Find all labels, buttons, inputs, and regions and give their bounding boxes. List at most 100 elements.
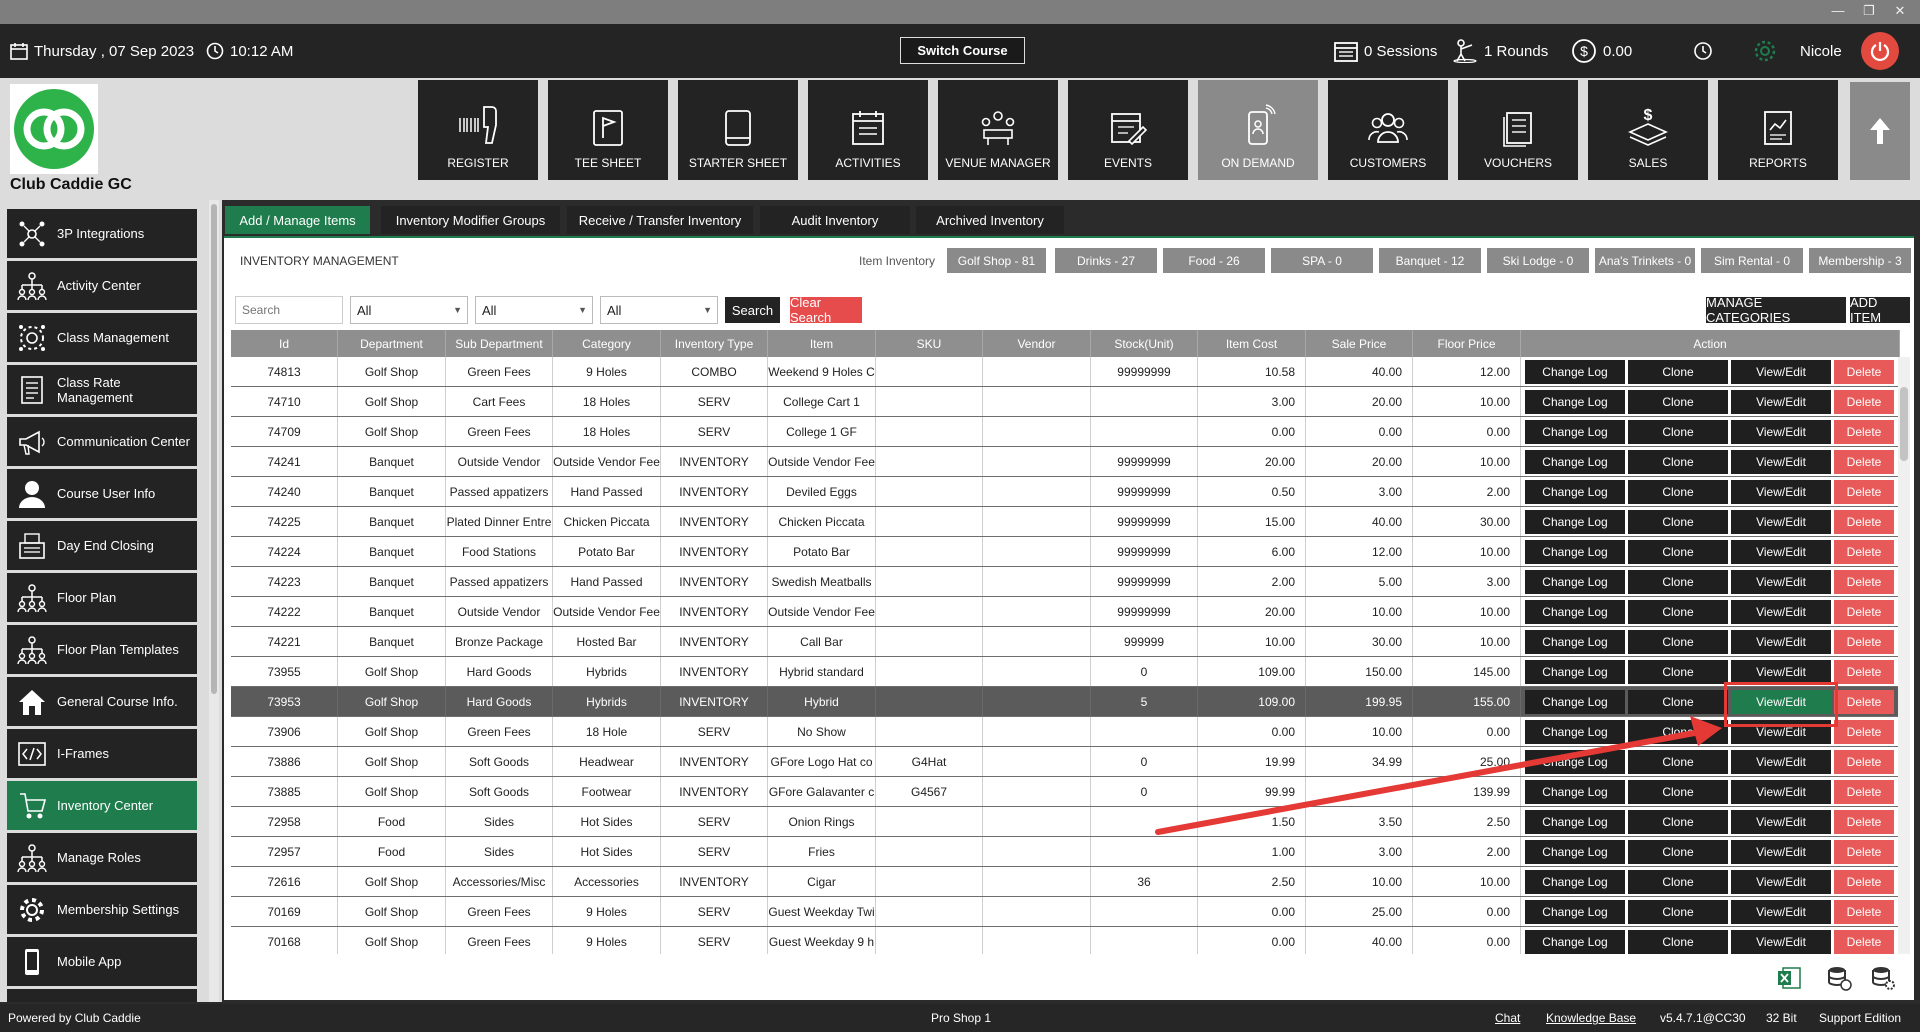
table-row[interactable]: 74813 Golf Shop Green Fees 9 Holes COMBO Week…: [231, 357, 1900, 387]
col-header-floor-price[interactable]: Floor Price: [1413, 330, 1521, 357]
switch-course-button[interactable]: Switch Course: [900, 37, 1025, 64]
clone-button[interactable]: Clone: [1628, 390, 1728, 414]
table-row[interactable]: 72957 Food Sides Hot Sides SERV Fries 1.00 3.00…: [231, 837, 1900, 867]
chip-sim-rental[interactable]: Sim Rental - 0: [1701, 248, 1803, 273]
view-edit-button[interactable]: View/Edit: [1731, 840, 1831, 864]
clear-search-button[interactable]: Clear Search: [790, 295, 862, 325]
col-header-vendor[interactable]: Vendor: [983, 330, 1091, 357]
col-header-category[interactable]: Category: [553, 330, 661, 357]
delete-button[interactable]: Delete: [1834, 390, 1894, 414]
sidebar-item-manage-roles[interactable]: Manage Roles: [7, 833, 197, 882]
table-row[interactable]: 72616 Golf Shop Accessories/Misc Accessorie…: [231, 867, 1900, 897]
nav-activities[interactable]: ACTIVITIES: [808, 80, 928, 180]
nav-venue-manager[interactable]: VENUE MANAGER: [938, 80, 1058, 180]
table-row[interactable]: 74225 Banquet Plated Dinner Entre Chicken P…: [231, 507, 1900, 537]
category-select[interactable]: All ▼: [600, 296, 718, 324]
table-row[interactable]: 73906 Golf Shop Green Fees 18 Hole SERV No Sh…: [231, 717, 1900, 747]
view-edit-button[interactable]: View/Edit: [1731, 870, 1831, 894]
sidebar-item-class-management[interactable]: Class Management: [7, 313, 197, 362]
search-button[interactable]: Search: [725, 297, 780, 323]
nav-vouchers[interactable]: VOUCHERS: [1458, 80, 1578, 180]
change-log-button[interactable]: Change Log: [1525, 420, 1625, 444]
database-settings-icon[interactable]: [1870, 965, 1896, 991]
chip-food[interactable]: Food - 26: [1163, 248, 1265, 273]
change-log-button[interactable]: Change Log: [1525, 450, 1625, 474]
manage-categories-button[interactable]: MANAGE CATEGORIES: [1706, 295, 1846, 325]
collapse-header-button[interactable]: [1850, 82, 1910, 180]
knowledge-base-link[interactable]: Knowledge Base: [1546, 1011, 1636, 1025]
change-log-button[interactable]: Change Log: [1525, 720, 1625, 744]
delete-button[interactable]: Delete: [1834, 900, 1894, 924]
sidebar-item-3p-integrations[interactable]: 3P Integrations: [7, 209, 197, 258]
clone-button[interactable]: Clone: [1628, 600, 1728, 624]
close-window-icon[interactable]: ✕: [1886, 3, 1914, 19]
sidebar-item-communication-center[interactable]: Communication Center: [7, 417, 197, 466]
delete-button[interactable]: Delete: [1834, 750, 1894, 774]
view-edit-button[interactable]: View/Edit: [1731, 810, 1831, 834]
change-log-button[interactable]: Change Log: [1525, 660, 1625, 684]
view-edit-button[interactable]: View/Edit: [1731, 450, 1831, 474]
change-log-button[interactable]: Change Log: [1525, 480, 1625, 504]
change-log-button[interactable]: Change Log: [1525, 540, 1625, 564]
nav-customers[interactable]: CUSTOMERS: [1328, 80, 1448, 180]
sidebar-item-day-end-closing[interactable]: Day End Closing: [7, 521, 197, 570]
nav-register[interactable]: REGISTER: [418, 80, 538, 180]
table-row[interactable]: 74221 Banquet Bronze Package Hosted Bar INVE…: [231, 627, 1900, 657]
chip-anas-trinkets[interactable]: Ana's Trinkets - 0: [1595, 248, 1695, 273]
delete-button[interactable]: Delete: [1834, 420, 1894, 444]
view-edit-button[interactable]: View/Edit: [1731, 930, 1831, 954]
clone-button[interactable]: Clone: [1628, 540, 1728, 564]
delete-button[interactable]: Delete: [1834, 780, 1894, 804]
view-edit-button[interactable]: View/Edit: [1731, 420, 1831, 444]
clone-button[interactable]: Clone: [1628, 870, 1728, 894]
change-log-button[interactable]: Change Log: [1525, 840, 1625, 864]
clone-button[interactable]: Clone: [1628, 780, 1728, 804]
table-row[interactable]: 73955 Golf Shop Hard Goods Hybrids INVENTORY…: [231, 657, 1900, 687]
table-row[interactable]: 70168 Golf Shop Green Fees 9 Holes SERV Guest…: [231, 927, 1900, 954]
clone-button[interactable]: Clone: [1628, 420, 1728, 444]
col-header-sku[interactable]: SKU: [876, 330, 983, 357]
view-edit-button[interactable]: View/Edit: [1731, 480, 1831, 504]
table-row[interactable]: 74224 Banquet Food Stations Potato Bar INVEN…: [231, 537, 1900, 567]
col-header-action[interactable]: Action: [1521, 330, 1900, 357]
col-header-item[interactable]: Item: [768, 330, 876, 357]
clone-button[interactable]: Clone: [1628, 900, 1728, 924]
table-row[interactable]: 74710 Golf Shop Cart Fees 18 Holes SERV Colle…: [231, 387, 1900, 417]
nav-tee-sheet[interactable]: TEE SHEET: [548, 80, 668, 180]
col-header-department[interactable]: Department: [338, 330, 446, 357]
change-log-button[interactable]: Change Log: [1525, 870, 1625, 894]
sessions-indicator[interactable]: 0 Sessions: [1334, 24, 1437, 78]
view-edit-button[interactable]: View/Edit: [1731, 540, 1831, 564]
change-log-button[interactable]: Change Log: [1525, 900, 1625, 924]
clone-button[interactable]: Clone: [1628, 840, 1728, 864]
col-header-sale-price[interactable]: Sale Price: [1306, 330, 1413, 357]
chip-banquet[interactable]: Banquet - 12: [1379, 248, 1481, 273]
clone-button[interactable]: Clone: [1628, 930, 1728, 954]
add-item-button[interactable]: ADD ITEM: [1850, 295, 1910, 325]
sidebar-item-floor-plan[interactable]: Floor Plan: [7, 573, 197, 622]
col-header-stock[interactable]: Stock(Unit): [1091, 330, 1198, 357]
chip-spa[interactable]: SPA - 0: [1271, 248, 1373, 273]
sidebar-item-activity-center[interactable]: Activity Center: [7, 261, 197, 310]
table-row[interactable]: 74241 Banquet Outside Vendor Outside Vendor…: [231, 447, 1900, 477]
chip-membership[interactable]: Membership - 3: [1809, 248, 1911, 273]
col-header-id[interactable]: Id: [231, 330, 338, 357]
table-row[interactable]: 72958 Food Sides Hot Sides SERV Onion Rings 1.…: [231, 807, 1900, 837]
col-header-inventory-type[interactable]: Inventory Type: [661, 330, 768, 357]
tab-add-manage-items[interactable]: Add / Manage Items: [225, 206, 370, 234]
delete-button[interactable]: Delete: [1834, 450, 1894, 474]
delete-button[interactable]: Delete: [1834, 840, 1894, 864]
view-edit-button[interactable]: View/Edit: [1731, 900, 1831, 924]
sidebar-item-course-user-info[interactable]: Course User Info: [7, 469, 197, 518]
chat-link[interactable]: Chat: [1495, 1011, 1520, 1025]
clone-button[interactable]: Clone: [1628, 810, 1728, 834]
view-edit-button[interactable]: View/Edit: [1731, 600, 1831, 624]
table-row[interactable]: 74709 Golf Shop Green Fees 18 Holes SERV Coll…: [231, 417, 1900, 447]
sub-department-select[interactable]: All ▼: [475, 296, 593, 324]
sidebar-scroll-thumb[interactable]: [211, 204, 217, 694]
change-log-button[interactable]: Change Log: [1525, 930, 1625, 954]
change-log-button[interactable]: Change Log: [1525, 630, 1625, 654]
change-log-button[interactable]: Change Log: [1525, 510, 1625, 534]
view-edit-button[interactable]: View/Edit: [1731, 510, 1831, 534]
view-edit-button[interactable]: View/Edit: [1731, 360, 1831, 384]
